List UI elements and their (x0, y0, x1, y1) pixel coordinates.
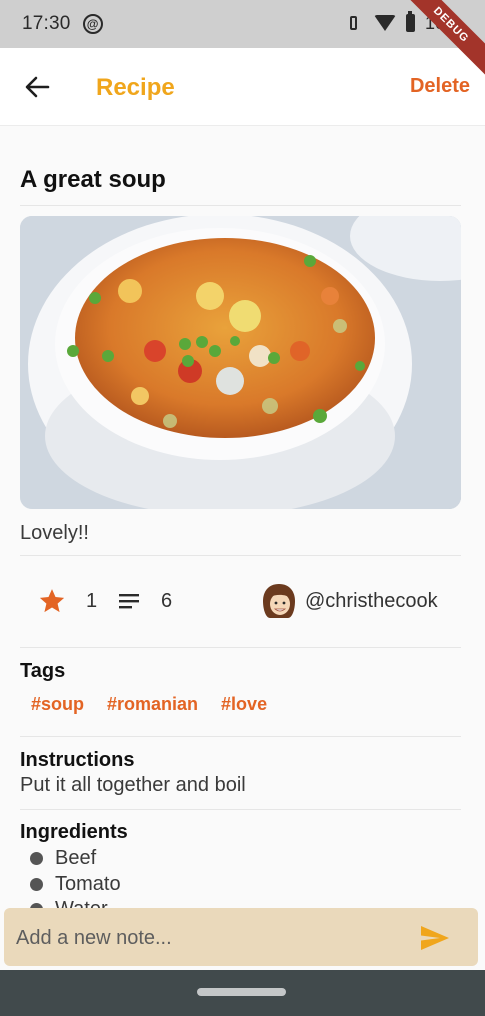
avatar[interactable] (260, 582, 298, 620)
ingredients-list: Beef Tomato Water (30, 846, 450, 910)
note-input[interactable] (16, 924, 396, 952)
delete-button[interactable]: Delete (410, 75, 470, 98)
send-icon[interactable] (420, 925, 450, 951)
tags-list: #soup #romanian #love (31, 694, 267, 715)
likes-count: 1 (86, 590, 98, 612)
arrow-back-icon[interactable] (22, 72, 52, 102)
tag-love[interactable]: #love (221, 694, 267, 715)
battery-icon (405, 11, 415, 32)
vibrate-icon (344, 12, 364, 34)
instructions-heading: Instructions (20, 749, 135, 771)
recipe-description: Lovely!! (20, 522, 89, 544)
divider (20, 647, 461, 648)
home-handle[interactable] (197, 988, 286, 996)
divider (20, 555, 461, 556)
recipe-stats: 1 6 @christhecook (20, 558, 461, 648)
wifi-icon (373, 15, 396, 31)
divider (20, 205, 461, 206)
star-icon[interactable] (38, 587, 66, 615)
author-username[interactable]: @christhecook (305, 590, 438, 613)
recipe-image (20, 216, 461, 509)
list-item: Tomato (30, 872, 450, 898)
instructions-text: Put it all together and boil (20, 774, 246, 796)
at-sign-icon: @ (82, 14, 103, 34)
system-nav-bar (0, 970, 485, 1016)
notes-count: 6 (161, 590, 173, 612)
recipe-title: A great soup (20, 166, 166, 193)
status-bar: 17:30 @ 100 (0, 0, 485, 48)
bullet-icon (30, 877, 43, 891)
notes-icon[interactable] (119, 593, 139, 609)
soup-illustration (20, 216, 461, 509)
app-bar: Recipe Delete (0, 48, 485, 126)
divider (20, 809, 461, 810)
tag-soup[interactable]: #soup (31, 694, 84, 715)
bullet-icon (30, 852, 43, 866)
list-item: Beef (30, 846, 450, 872)
tag-romanian[interactable]: #romanian (107, 694, 198, 715)
divider (20, 736, 461, 737)
note-composer (4, 908, 478, 966)
page-title: Recipe (96, 74, 175, 101)
ingredients-heading: Ingredients (20, 821, 128, 843)
tags-heading: Tags (20, 660, 66, 682)
ingredient-name: Tomato (55, 872, 121, 895)
ingredient-name: Beef (55, 847, 97, 870)
status-time: 17:30 (22, 13, 71, 34)
